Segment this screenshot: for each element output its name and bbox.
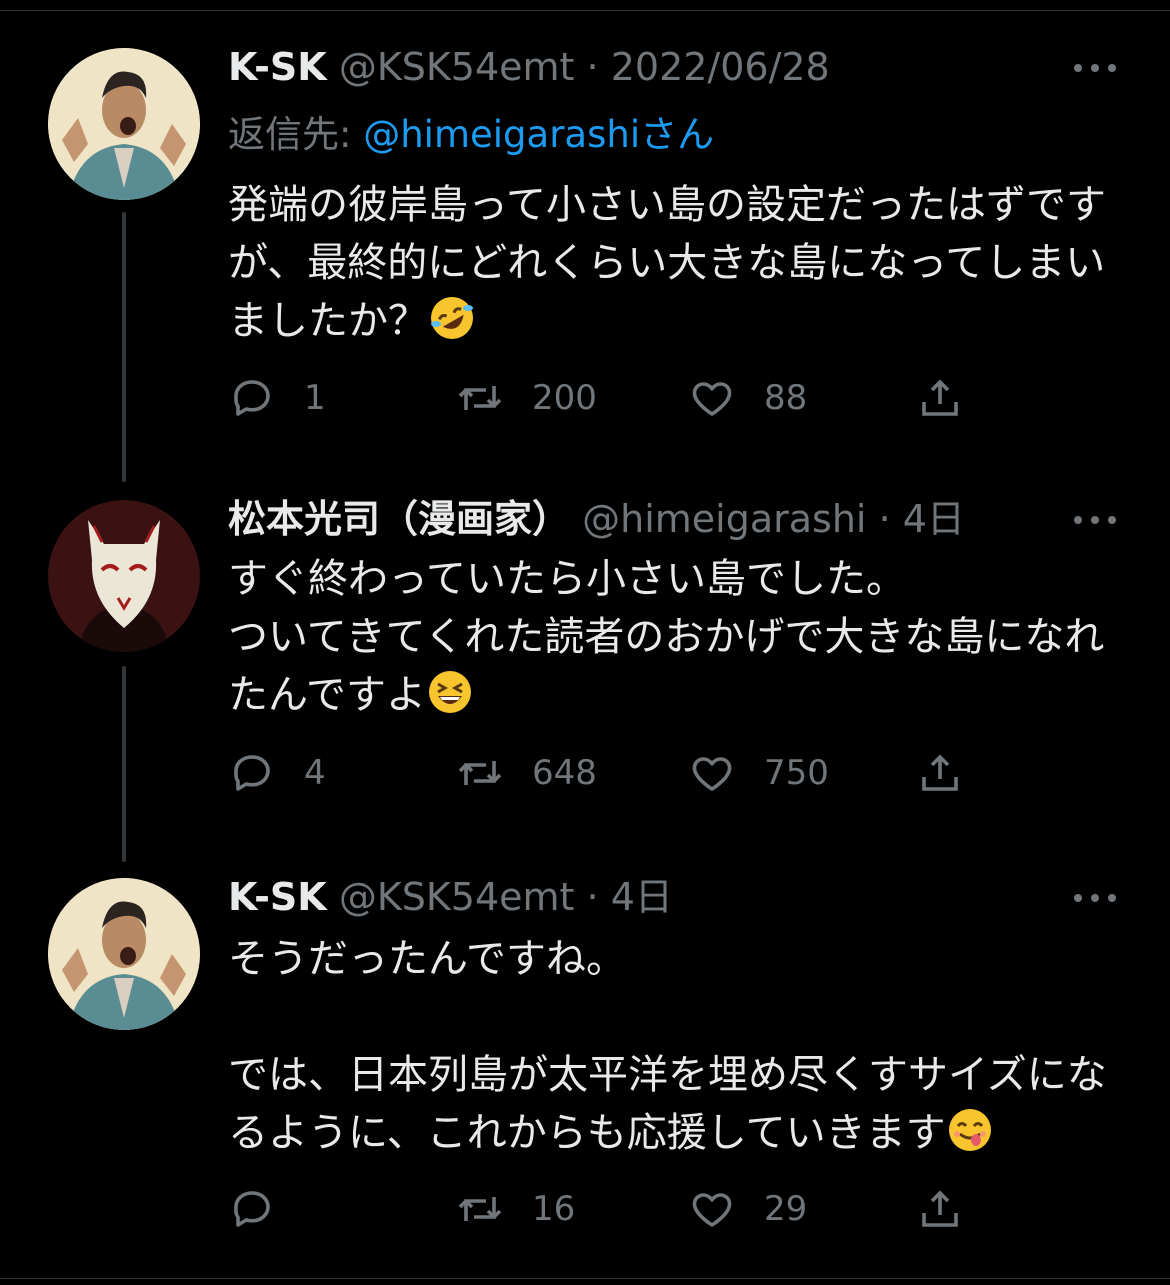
reply-button[interactable]: 4 — [228, 743, 326, 803]
display-name[interactable]: K-SK — [228, 45, 327, 89]
rofl-emoji-icon — [428, 294, 476, 358]
like-button[interactable]: 88 — [688, 368, 807, 428]
more-icon[interactable] — [1074, 510, 1116, 530]
timestamp[interactable]: 2022/06/28 — [611, 45, 830, 89]
reply-icon — [234, 380, 270, 416]
timestamp[interactable]: 4日 — [903, 497, 965, 541]
separator: · — [878, 497, 891, 541]
share-button[interactable] — [916, 1179, 964, 1239]
handle[interactable]: @himeigarashi — [582, 497, 866, 541]
retweet-button[interactable]: 648 — [456, 743, 597, 803]
tweet-actions: 1 200 88 — [228, 368, 988, 428]
tweet-actions: 16 29 — [228, 1179, 988, 1239]
more-icon[interactable] — [1074, 58, 1116, 78]
tweet-text-main: 発端の彼岸島って小さい島の設定だったはずですが、最終的にどれくらい大きな島になっ… — [228, 182, 1106, 344]
like-count: 88 — [764, 378, 808, 418]
reply-button[interactable]: 1 — [228, 368, 326, 428]
share-icon — [922, 379, 958, 416]
retweet-button[interactable]: 16 — [456, 1179, 575, 1239]
like-count: 750 — [764, 753, 829, 793]
share-icon — [922, 1190, 958, 1227]
tweet-1[interactable]: K-SK @KSK54emt · 2022/06/28 返信先: @himeig… — [0, 0, 1170, 482]
reply-to-label: 返信先: — [228, 113, 364, 156]
tweet-header: K-SK @KSK54emt · 2022/06/28 — [228, 42, 830, 92]
reply-mention-link[interactable]: @himeigarashi — [363, 113, 640, 156]
share-button[interactable] — [916, 368, 964, 428]
like-count: 29 — [764, 1189, 808, 1229]
tweet-text-main: すぐ終わっていたら小さい島でした。 ついてきてくれた読者のおかげで大きな島になれ… — [228, 556, 1105, 718]
retweet-count: 16 — [532, 1189, 576, 1229]
reply-suffix: さん — [640, 113, 715, 156]
grinning-squinting-emoji-icon — [426, 668, 474, 732]
retweet-count: 648 — [532, 753, 597, 793]
like-button[interactable]: 29 — [688, 1179, 807, 1239]
savoring-food-emoji-icon — [946, 1106, 994, 1170]
thread-line — [122, 212, 126, 482]
more-icon[interactable] — [1074, 888, 1116, 908]
tweet-header: K-SK @KSK54emt · 4日 — [228, 872, 673, 922]
tweet-text: すぐ終わっていたら小さい島でした。 ついてきてくれた読者のおかげで大きな島になれ… — [228, 550, 1128, 732]
share-icon — [922, 754, 958, 791]
handle[interactable]: @KSK54emt — [339, 875, 575, 919]
separator: · — [586, 45, 599, 89]
reply-to-line: 返信先: @himeigarashiさん — [228, 104, 714, 158]
reply-count: 1 — [304, 378, 326, 418]
display-name[interactable]: 松本光司（漫画家） — [228, 497, 570, 541]
share-button[interactable] — [916, 743, 964, 803]
handle[interactable]: @KSK54emt — [339, 45, 575, 89]
thread-line — [122, 666, 126, 862]
tweet-actions: 4 648 750 — [228, 743, 988, 803]
reply-icon — [234, 1191, 270, 1227]
avatar[interactable] — [48, 500, 200, 652]
reply-icon — [234, 755, 270, 791]
retweet-button[interactable]: 200 — [456, 368, 597, 428]
reply-count: 4 — [304, 753, 326, 793]
retweet-icon — [458, 386, 502, 410]
retweet-icon — [458, 1197, 502, 1221]
like-icon — [692, 1193, 732, 1227]
tweet-text: そうだったんですね。 では、日本列島が太平洋を埋め尽くすサイズになるように、これ… — [228, 930, 1128, 1170]
reply-button[interactable] — [228, 1179, 304, 1239]
separator: · — [586, 875, 599, 919]
retweet-count: 200 — [532, 378, 597, 418]
avatar[interactable] — [48, 878, 200, 1030]
avatar[interactable] — [48, 48, 200, 200]
timestamp[interactable]: 4日 — [611, 875, 673, 919]
tweet-3[interactable]: K-SK @KSK54emt · 4日 そうだったんですね。 では、日本列島が太… — [0, 860, 1170, 1280]
tweet-text: 発端の彼岸島って小さい島の設定だったはずですが、最終的にどれくらい大きな島になっ… — [228, 176, 1128, 358]
like-icon — [692, 382, 732, 416]
bottom-divider — [0, 1278, 1170, 1279]
tweet-header: 松本光司（漫画家） @himeigarashi · 4日 — [228, 494, 965, 544]
like-button[interactable]: 750 — [688, 743, 829, 803]
like-icon — [692, 757, 732, 791]
retweet-icon — [458, 761, 502, 785]
display-name[interactable]: K-SK — [228, 875, 327, 919]
tweet-2[interactable]: 松本光司（漫画家） @himeigarashi · 4日 すぐ終わっていたら小さ… — [0, 480, 1170, 862]
